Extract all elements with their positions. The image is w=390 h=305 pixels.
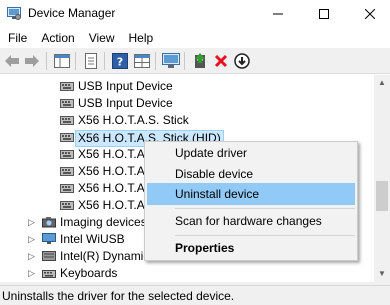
expand-arrow-icon[interactable]: ▷ xyxy=(28,234,38,244)
tree-item-label: USB Input Device xyxy=(78,96,173,110)
status-text: Uninstalls the driver for the selected d… xyxy=(2,289,235,303)
help-icon[interactable]: ? xyxy=(111,52,129,70)
toolbar-separator xyxy=(155,52,156,70)
menu-separator xyxy=(175,208,355,209)
menu-separator xyxy=(175,235,355,236)
hid-device-icon xyxy=(60,133,74,142)
menu-file[interactable]: File xyxy=(0,28,33,48)
system-device-icon xyxy=(42,251,56,261)
toolbar: ? xyxy=(0,48,390,74)
tree-item-label: Imaging devices xyxy=(60,215,147,229)
tree-item-usb-input-device[interactable]: USB Input Device xyxy=(0,78,374,95)
tree-item-x56-stick[interactable]: X56 H.O.T.A.S. Stick xyxy=(0,112,374,129)
scrollbar-thumb[interactable] xyxy=(376,181,388,211)
uninstall-icon[interactable] xyxy=(212,52,230,70)
expand-arrow-icon[interactable]: ▷ xyxy=(28,251,38,261)
hid-device-icon xyxy=(60,184,74,193)
hid-device-icon xyxy=(60,201,74,210)
close-icon xyxy=(365,9,375,19)
menu-bar: File Action View Help xyxy=(0,28,390,48)
toolbar-separator xyxy=(104,52,105,70)
toolbar-separator xyxy=(75,52,76,70)
scroll-down-icon[interactable]: ▼ xyxy=(374,266,390,282)
camera-icon xyxy=(42,217,56,228)
menu-help[interactable]: Help xyxy=(121,28,160,48)
expand-arrow-icon[interactable]: ▷ xyxy=(28,268,38,278)
monitor-icon xyxy=(42,233,56,244)
maximize-button[interactable] xyxy=(301,0,347,28)
menu-action[interactable]: Action xyxy=(33,28,80,48)
tree-item-label: Keyboards xyxy=(60,266,118,280)
expand-arrow-icon[interactable]: ▷ xyxy=(28,217,38,227)
window-title: Device Manager xyxy=(28,6,116,20)
menu-item-uninstall-device[interactable]: Uninstall device xyxy=(147,183,355,205)
scroll-up-icon[interactable]: ▲ xyxy=(374,75,390,91)
update-driver-icon[interactable] xyxy=(191,52,209,70)
toolbar-separator xyxy=(184,52,185,70)
vertical-scrollbar[interactable]: ▲ ▼ xyxy=(374,75,390,282)
hid-device-icon xyxy=(60,167,74,176)
properties-icon[interactable] xyxy=(82,52,100,70)
tree-category-keyboards[interactable]: ▷ Keyboards xyxy=(0,265,374,282)
keyboard-icon xyxy=(42,270,56,278)
show-hide-tree-icon[interactable] xyxy=(53,52,71,70)
tree-item-label: USB Input Device xyxy=(78,79,173,93)
back-icon[interactable] xyxy=(3,52,21,70)
title-bar: Device Manager xyxy=(0,0,390,28)
svg-text:?: ? xyxy=(117,56,123,69)
menu-item-disable-device[interactable]: Disable device xyxy=(147,163,355,185)
grid-view-icon[interactable] xyxy=(133,52,151,70)
forward-icon[interactable] xyxy=(23,52,41,70)
close-button[interactable] xyxy=(347,0,390,28)
tree-item-label: Intel WiUSB xyxy=(60,232,125,246)
tree-item-usb-input-device[interactable]: USB Input Device xyxy=(0,95,374,112)
context-menu: Update driver Disable device Uninstall d… xyxy=(144,141,358,261)
minimize-button[interactable] xyxy=(255,0,301,28)
minimize-icon xyxy=(273,13,283,15)
device-manager-icon xyxy=(7,7,21,20)
hid-device-icon xyxy=(60,82,74,91)
tree-item-label: X56 H.O.T.A.S. Stick xyxy=(78,113,189,127)
menu-item-update-driver[interactable]: Update driver xyxy=(147,142,355,164)
status-bar: Uninstalls the driver for the selected d… xyxy=(0,285,390,305)
hid-device-icon xyxy=(60,150,74,159)
maximize-icon xyxy=(319,9,329,19)
menu-view[interactable]: View xyxy=(81,28,121,48)
menu-item-scan-hardware[interactable]: Scan for hardware changes xyxy=(147,210,355,232)
toolbar-separator xyxy=(46,52,47,70)
disable-icon[interactable] xyxy=(233,52,251,70)
hid-device-icon xyxy=(60,99,74,108)
menu-item-properties[interactable]: Properties xyxy=(147,237,355,259)
scan-hardware-icon[interactable] xyxy=(162,52,180,70)
hid-device-icon xyxy=(60,116,74,125)
